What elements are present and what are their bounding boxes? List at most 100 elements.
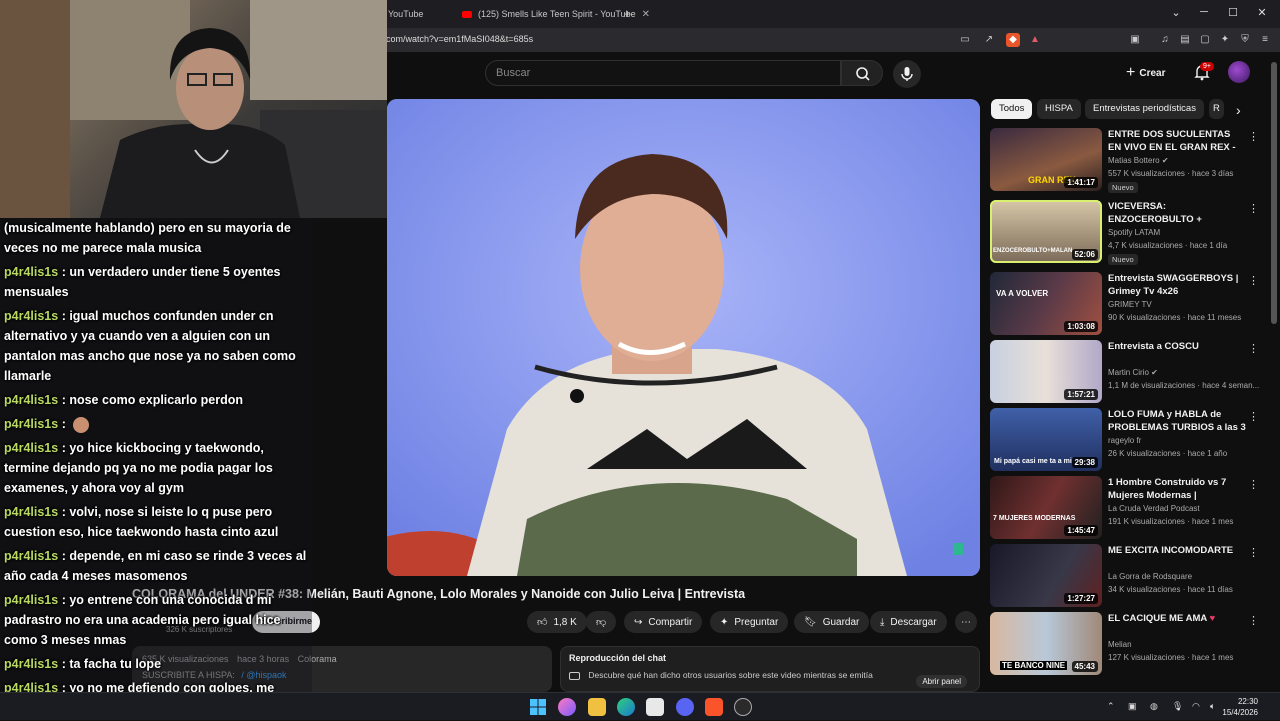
recommendation-channel[interactable]: rageylo fr (1108, 436, 1141, 445)
recommendation-channel[interactable]: La Cruda Verdad Podcast (1108, 504, 1200, 513)
recommendation-title[interactable]: Entrevista a COSCU (1108, 340, 1246, 353)
channel-name[interactable]: Martin Cirio (1108, 368, 1149, 377)
more-options-icon[interactable]: ⋮ (1248, 202, 1259, 215)
more-options-icon[interactable]: ⋮ (1248, 478, 1259, 491)
share-button[interactable]: ↪ Compartir (624, 611, 703, 633)
more-actions-button[interactable]: ⋯ (955, 611, 977, 633)
copilot-icon[interactable] (558, 698, 576, 716)
ask-button[interactable]: ✦ Preguntar (710, 611, 789, 633)
close-window-icon[interactable]: ✕ (1254, 6, 1270, 19)
channel-name[interactable]: Matias Bottero (1108, 156, 1160, 165)
recommendation-channel[interactable]: La Gorra de Rodsquare (1108, 572, 1192, 581)
recommendation-channel[interactable]: GRIMEY TV (1108, 300, 1152, 309)
recommendation-channel[interactable]: Matias Bottero ✔ (1108, 156, 1169, 165)
chip-hispa[interactable]: HISPA (1037, 99, 1081, 119)
reader-icon[interactable]: ▤ (1178, 33, 1192, 47)
video-player[interactable] (387, 99, 980, 576)
recommendation-title[interactable]: VICEVERSA: ENZOCEROBULTO + MALANDRO (1108, 200, 1246, 227)
chip-entrevistas[interactable]: Entrevistas periodísticas (1085, 99, 1204, 119)
tab-search-icon[interactable]: ⌄ (1168, 6, 1184, 19)
recommendation-title[interactable]: ME EXCITA INCOMODARTE (1108, 544, 1246, 557)
chat-replay-title: Reproducción del chat (569, 653, 667, 663)
create-button[interactable]: + Crear (1126, 63, 1165, 83)
recommendation-item[interactable]: TE BANCO NINE 45:43 EL CACIQUE ME AMA ♥ … (990, 612, 1265, 676)
minimize-icon[interactable]: ─ (1196, 6, 1212, 18)
more-options-icon[interactable]: ⋮ (1248, 614, 1259, 627)
video-thumbnail[interactable]: GRAN REX 1:41:17 (990, 128, 1102, 191)
search-input[interactable]: Buscar (485, 60, 841, 86)
page-scrollbar[interactable] (1271, 62, 1277, 324)
recommendation-title[interactable]: 1 Hombre Construido vs 7 Mujeres Moderna… (1108, 476, 1246, 503)
volume-icon[interactable]: 🔈︎ (1210, 701, 1215, 712)
save-button[interactable]: 🔖︎ Guardar (794, 611, 870, 633)
more-options-icon[interactable]: ⋮ (1248, 274, 1259, 287)
chip-more[interactable]: R (1209, 99, 1224, 119)
recommendation-item[interactable]: 1:27:27 ME EXCITA INCOMODARTE La Gorra d… (990, 544, 1265, 608)
edge-icon[interactable] (617, 698, 635, 716)
discord-icon[interactable] (676, 698, 694, 716)
open-panel-button[interactable]: Abrir panel (916, 675, 967, 688)
account-avatar[interactable] (1228, 61, 1250, 83)
chip-todos[interactable]: Todos (991, 99, 1033, 119)
maximize-icon[interactable]: ☐ (1225, 6, 1241, 19)
cast-icon[interactable]: ▭ (958, 33, 972, 47)
recommendation-channel[interactable]: Martin Cirio ✔ (1108, 368, 1158, 377)
more-options-icon[interactable]: ⋮ (1248, 546, 1259, 559)
video-thumbnail[interactable]: TE BANCO NINE 45:43 (990, 612, 1102, 675)
more-options-icon[interactable]: ⋮ (1248, 130, 1259, 143)
close-tab-icon[interactable]: ✕ (642, 9, 650, 20)
start-icon[interactable] (529, 698, 547, 716)
media-icon[interactable]: ♫ (1158, 33, 1172, 47)
wifi-icon[interactable]: ◠ (1192, 701, 1200, 712)
tray-chevron-icon[interactable]: ⌃ (1107, 701, 1115, 712)
chevron-right-icon[interactable]: › (1236, 102, 1241, 118)
recommendation-item[interactable]: GRAN REX 1:41:17 ENTRE DOS SUCULENTAS EN… (990, 128, 1265, 193)
video-thumbnail[interactable]: VA A VOLVER 1:03:08 (990, 272, 1102, 335)
menu-icon[interactable]: ≡ (1258, 33, 1272, 47)
voice-search-button[interactable] (893, 60, 921, 88)
video-thumbnail[interactable]: 7 MUJERES MODERNAS 1:45:47 (990, 476, 1102, 539)
tray-app-icon[interactable]: ◍ (1150, 701, 1158, 712)
browser-tab-youtube[interactable]: YouTube (388, 4, 423, 24)
title-text[interactable]: EL CACIQUE ME AMA (1108, 613, 1207, 624)
file-explorer-icon[interactable] (588, 698, 606, 716)
video-thumbnail[interactable]: 1:57:21 (990, 340, 1102, 403)
more-options-icon[interactable]: ⋮ (1248, 342, 1259, 355)
recommendation-item[interactable]: Mi papá casi me ta a mi 29:38 LOLO FUMA … (990, 408, 1265, 472)
microphone-icon[interactable]: 🎙︎ (1172, 701, 1183, 712)
recommendation-title[interactable]: ENTRE DOS SUCULENTAS EN VIVO EN EL GRAN … (1108, 128, 1246, 155)
recommendation-title[interactable]: EL CACIQUE ME AMA ♥ (1108, 612, 1246, 625)
sidebar-icon[interactable]: ▣ (1128, 33, 1142, 47)
recommendation-channel[interactable]: Spotify LATAM (1108, 228, 1160, 237)
search-button[interactable] (841, 60, 883, 86)
obs-icon[interactable] (734, 698, 752, 716)
brave-icon[interactable] (705, 698, 723, 716)
recommendation-item[interactable]: 7 MUJERES MODERNAS 1:45:47 1 Hombre Cons… (990, 476, 1265, 540)
like-button[interactable]: 👍︎ 1,8 K (527, 611, 587, 633)
recommendation-item[interactable]: VA A VOLVER 1:03:08 Entrevista SWAGGERBO… (990, 272, 1265, 336)
url-field[interactable]: com/watch?v=em1fMaSI048&t=685s (386, 34, 533, 44)
brave-shield-icon[interactable]: ◆ (1006, 33, 1020, 47)
store-icon[interactable] (646, 698, 664, 716)
system-clock[interactable]: 22:30 15/4/2026 (1222, 696, 1258, 718)
share-icon[interactable]: ↗ (982, 33, 996, 47)
new-tab-button[interactable]: + (624, 4, 631, 24)
browser-tab-smells-like-teen-spirit[interactable]: (125) Smells Like Teen Spirit - YouTube … (462, 4, 650, 24)
vpn-icon[interactable]: ⛨ (1238, 33, 1252, 47)
download-button[interactable]: ⤓ Descargar (870, 611, 947, 633)
brave-rewards-icon[interactable]: ▲ (1028, 33, 1042, 47)
video-thumbnail[interactable]: ENZOCEROBULTO+MALAN 52:06 (990, 200, 1102, 263)
recommendation-item[interactable]: 1:57:21 Entrevista a COSCU Martin Cirio … (990, 340, 1265, 404)
recommendation-item[interactable]: ENZOCEROBULTO+MALAN 52:06 VICEVERSA: ENZ… (990, 200, 1265, 265)
video-thumbnail[interactable]: Mi papá casi me ta a mi 29:38 (990, 408, 1102, 471)
tray-app-icon[interactable]: ▣ (1128, 701, 1137, 712)
dislike-button[interactable]: 👎︎ (586, 611, 617, 633)
wallet-icon[interactable]: ▢ (1198, 33, 1212, 47)
recommendation-channel[interactable]: Melian (1108, 640, 1132, 649)
recommendation-title[interactable]: Entrevista SWAGGERBOYS | Grimey Tv 4x26 (1108, 272, 1246, 298)
extensions-icon[interactable]: ✦ (1218, 33, 1232, 47)
recommendation-title[interactable]: LOLO FUMA y HABLA de PROBLEMAS TURBIOS a… (1108, 408, 1246, 435)
more-options-icon[interactable]: ⋮ (1248, 410, 1259, 423)
more-icon: ⋯ (961, 616, 971, 628)
video-thumbnail[interactable]: 1:27:27 (990, 544, 1102, 607)
